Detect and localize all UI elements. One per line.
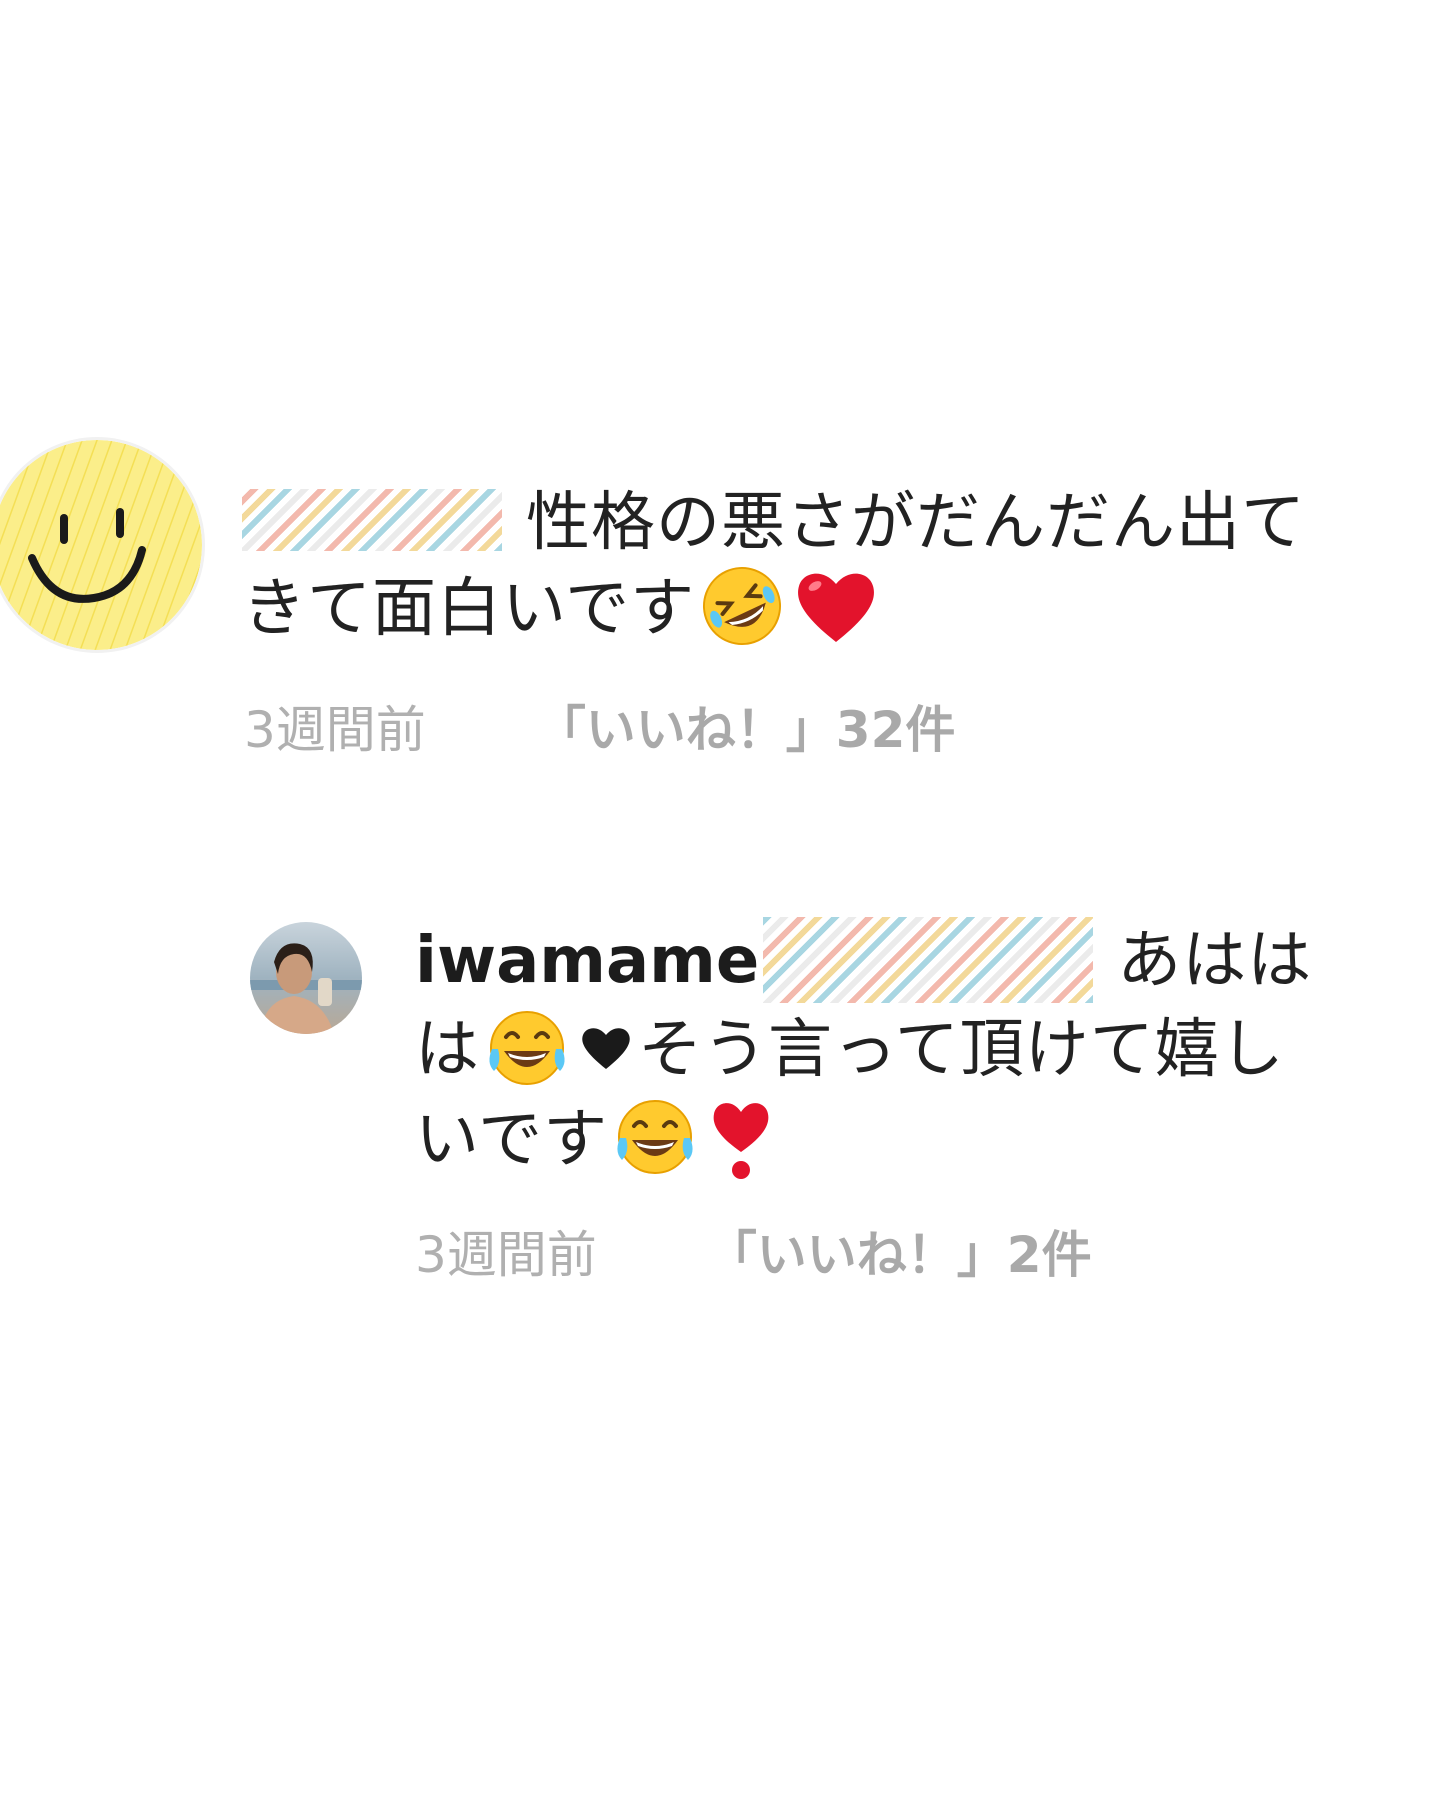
- reply-meta: 3週間前 「いいね！」2件: [415, 1225, 1092, 1285]
- comment-body: 性格の悪さがだんだん出て きて面白いです: [242, 480, 1372, 655]
- heavy-heart-exclamation-icon: [706, 1092, 776, 1182]
- comment-text-line1: 性格の悪さがだんだん出て: [526, 486, 1306, 560]
- reply-text-line3: いです: [415, 1102, 609, 1177]
- comment-timestamp: 3週間前: [244, 701, 426, 759]
- reply-avatar[interactable]: [250, 922, 362, 1034]
- redacted-mention: [763, 917, 1094, 1004]
- face-with-tears-of-joy-icon: [484, 1005, 570, 1091]
- reply-text-part2b: そう言って頂けて嬉し: [638, 1013, 1285, 1088]
- red-heart-icon: [793, 566, 879, 646]
- commenter-avatar[interactable]: [0, 440, 202, 650]
- reply-timestamp: 3週間前: [415, 1226, 597, 1284]
- black-heart-icon: [578, 1023, 634, 1073]
- reply-body: iwamame あはは は そう言って頂けて嬉し いです: [415, 917, 1375, 1188]
- reply-text-part1: あはは: [1117, 924, 1313, 998]
- redacted-username: [242, 489, 502, 552]
- comment-meta: 3週間前 「いいね！」32件: [244, 700, 955, 760]
- smiley-face-icon: [0, 440, 202, 650]
- reply-text-part2a: は: [415, 1013, 480, 1088]
- reply-username-link[interactable]: iwamame: [415, 924, 759, 998]
- reply-likes-count-link[interactable]: 「いいね！」2件: [707, 1226, 1092, 1284]
- face-with-tears-of-joy-icon: [612, 1094, 698, 1180]
- comment-text-line2: きて面白いです: [242, 572, 696, 646]
- profile-photo: [250, 922, 362, 1034]
- rolling-on-floor-laughing-icon: [699, 563, 785, 649]
- likes-count-link[interactable]: 「いいね！」32件: [536, 701, 956, 759]
